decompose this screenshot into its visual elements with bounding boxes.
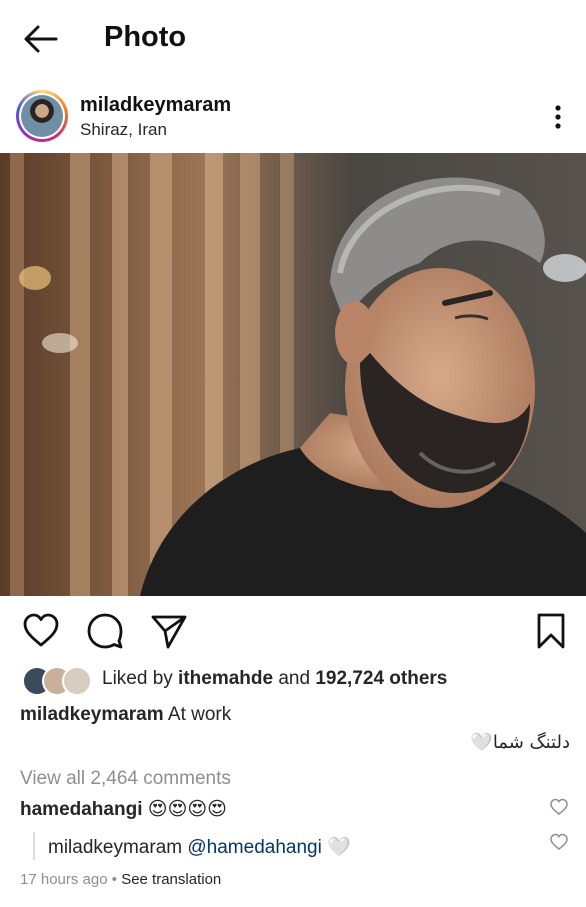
more-vertical-icon[interactable]	[548, 104, 568, 130]
liker-username[interactable]: ithemahde	[178, 668, 273, 689]
liker-avatar	[62, 666, 92, 696]
reply-username[interactable]: miladkeymaram	[48, 837, 182, 858]
comment-meta: 17 hours ago • See translation	[20, 871, 221, 888]
likes-prefix: Liked by	[102, 668, 179, 689]
reply-like-heart-icon[interactable]	[550, 833, 568, 851]
reply-item: miladkeymaram @hamedahangi 🤍	[48, 835, 351, 859]
send-icon[interactable]	[150, 612, 188, 650]
caption-text: At work	[167, 704, 232, 725]
reply-thread-line	[33, 832, 35, 860]
caption-rtl-text: دلتنگ شما🤍	[470, 732, 570, 753]
caption-username[interactable]: miladkeymaram	[20, 704, 164, 725]
post-header: miladkeymaram Shiraz, Iran	[0, 84, 586, 150]
caption: miladkeymaram At work	[20, 704, 231, 726]
back-arrow-icon[interactable]	[22, 24, 58, 54]
reply-text: 🤍	[327, 836, 351, 858]
reply-mention[interactable]: @hamedahangi	[187, 837, 321, 858]
meta-separator: •	[111, 871, 118, 888]
avatar[interactable]	[16, 90, 68, 142]
post-location[interactable]: Shiraz, Iran	[80, 120, 167, 140]
bookmark-icon[interactable]	[532, 612, 570, 650]
comment-icon[interactable]	[86, 612, 124, 650]
post-photo[interactable]	[0, 153, 586, 596]
likes-count[interactable]: 192,724 others	[315, 668, 447, 689]
top-bar: Photo	[0, 0, 586, 78]
comment-username[interactable]: hamedahangi	[20, 799, 142, 820]
photo-illustration	[0, 153, 586, 596]
comment-time: 17 hours ago	[20, 871, 108, 888]
likes-middle: and	[273, 668, 316, 689]
comment-like-heart-icon[interactable]	[550, 798, 568, 816]
post-username[interactable]: miladkeymaram	[80, 94, 231, 117]
see-translation-link[interactable]: See translation	[121, 871, 221, 888]
view-all-comments-link[interactable]: View all 2,464 comments	[20, 768, 231, 790]
comment-text: 😍😍😍😍	[147, 798, 227, 820]
likes-row: Liked by ithemahde and 192,724 others	[0, 664, 586, 696]
page-title: Photo	[104, 21, 187, 53]
comment-item: hamedahangi 😍😍😍😍	[20, 798, 227, 821]
likes-text[interactable]: Liked by ithemahde and 192,724 others	[102, 668, 447, 690]
heart-icon[interactable]	[22, 612, 60, 650]
action-bar	[0, 606, 586, 652]
